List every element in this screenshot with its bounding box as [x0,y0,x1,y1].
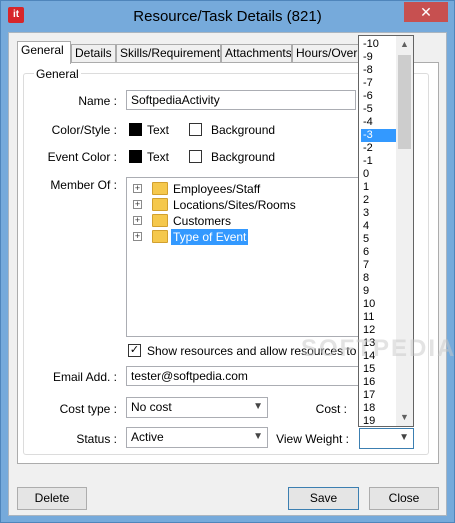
color-style-label: Color/Style : [51,123,117,137]
dropdown-option[interactable]: 17 [361,389,399,402]
title-bar[interactable]: it Resource/Task Details (821) ✕ [1,1,454,31]
expand-icon[interactable]: + [133,216,142,225]
dropdown-option[interactable]: 18 [361,402,399,415]
dropdown-option[interactable]: 7 [361,259,399,272]
dropdown-option[interactable]: -7 [361,77,399,90]
show-resources-checkbox[interactable]: ✓ [128,344,141,357]
color-style-text-label: Text [147,123,170,137]
event-color-background-checkbox[interactable] [189,150,202,163]
color-style-background-label: Background [211,123,276,137]
view-weight-label: View Weight : [276,432,349,446]
cost-type-value: No cost [131,400,172,414]
dialog-window: it Resource/Task Details (821) ✕ General… [0,0,455,523]
dropdown-option[interactable]: 15 [361,363,399,376]
folder-icon [152,182,168,195]
dropdown-option[interactable]: -2 [361,142,399,155]
dropdown-option-selected[interactable]: -3 [361,129,399,142]
dropdown-option[interactable]: 1 [361,181,399,194]
dropdown-option[interactable]: 9 [361,285,399,298]
view-weight-dropdown-list[interactable]: -10 -9 -8 -7 -6 -5 -4 -3 -2 -1 0 1 2 3 4… [358,35,414,427]
dropdown-option[interactable]: 11 [361,311,399,324]
scrollbar-thumb[interactable] [398,55,411,149]
dropdown-option[interactable]: 4 [361,220,399,233]
dropdown-option[interactable]: 10 [361,298,399,311]
cost-label: Cost : [315,402,347,416]
event-color-text-label: Text [147,150,170,164]
name-label: Name : [78,94,117,108]
status-value: Active [131,430,164,444]
chevron-down-icon: ▼ [253,401,263,412]
tree-item-label: Employees/Staff [173,182,261,196]
chevron-down-icon: ▼ [399,432,409,443]
tab-general[interactable]: General [17,41,71,64]
cost-type-select[interactable]: No cost ▼ [126,397,268,418]
dropdown-option[interactable]: 6 [361,246,399,259]
window-title: Resource/Task Details (821) [133,8,322,25]
folder-icon [152,198,168,211]
dropdown-option[interactable]: 0 [361,168,399,181]
status-label: Status : [76,432,117,446]
dropdown-option[interactable]: -10 [361,38,399,51]
status-select[interactable]: Active ▼ [126,427,268,448]
email-label: Email Add. : [52,370,117,384]
name-input[interactable]: SoftpediaActivity [126,90,356,110]
general-group-label: General [34,67,81,81]
tab-attachments[interactable]: Attachments [221,44,292,63]
expand-icon[interactable]: + [133,200,142,209]
cost-type-label: Cost type : [59,402,117,416]
member-of-label: Member Of : [50,178,117,192]
dropdown-option[interactable]: -5 [361,103,399,116]
chevron-down-icon: ▼ [253,431,263,442]
delete-button[interactable]: Delete [17,487,87,510]
save-button[interactable]: Save [288,487,359,510]
folder-icon [152,230,168,243]
close-button[interactable]: Close [369,487,439,510]
event-text-color-swatch[interactable] [129,150,142,163]
email-input[interactable]: tester@softpedia.com [126,366,361,386]
scroll-down-arrow-icon[interactable]: ▼ [396,409,413,426]
dropdown-option[interactable]: 5 [361,233,399,246]
tab-details[interactable]: Details [71,44,116,63]
tab-skills-requirements[interactable]: Skills/Requirements [116,44,221,63]
folder-icon [152,214,168,227]
tree-item-label: Type of Event [171,229,249,245]
dropdown-option[interactable]: 3 [361,207,399,220]
tree-item-label: Locations/Sites/Rooms [173,198,296,212]
event-color-label: Event Color : [47,150,117,164]
scroll-up-arrow-icon[interactable]: ▲ [396,36,413,53]
tree-item-label: Customers [173,214,232,228]
dropdown-option[interactable]: 19 [361,415,399,426]
tab-hours-overtime[interactable]: Hours/Over E [292,44,360,63]
member-of-tree[interactable]: + Employees/Staff + Locations/Sites/Room… [126,177,366,337]
text-color-swatch[interactable] [129,123,142,136]
dropdown-option[interactable]: 2 [361,194,399,207]
dropdown-option[interactable]: 8 [361,272,399,285]
dropdown-scrollbar[interactable]: ▲ ▼ [396,36,413,426]
event-color-background-label: Background [211,150,276,164]
dropdown-option[interactable]: -8 [361,64,399,77]
dropdown-option[interactable]: -1 [361,155,399,168]
dropdown-option[interactable]: -4 [361,116,399,129]
close-window-button[interactable]: ✕ [404,2,448,22]
expand-icon[interactable]: + [133,232,142,241]
dropdown-option[interactable]: 16 [361,376,399,389]
color-style-background-checkbox[interactable] [189,123,202,136]
softpedia-watermark: SOFTPEDIA [301,335,455,362]
dropdown-option[interactable]: -9 [361,51,399,64]
dropdown-option[interactable]: -6 [361,90,399,103]
expand-icon[interactable]: + [133,184,142,193]
view-weight-select[interactable]: ▼ [359,428,414,449]
